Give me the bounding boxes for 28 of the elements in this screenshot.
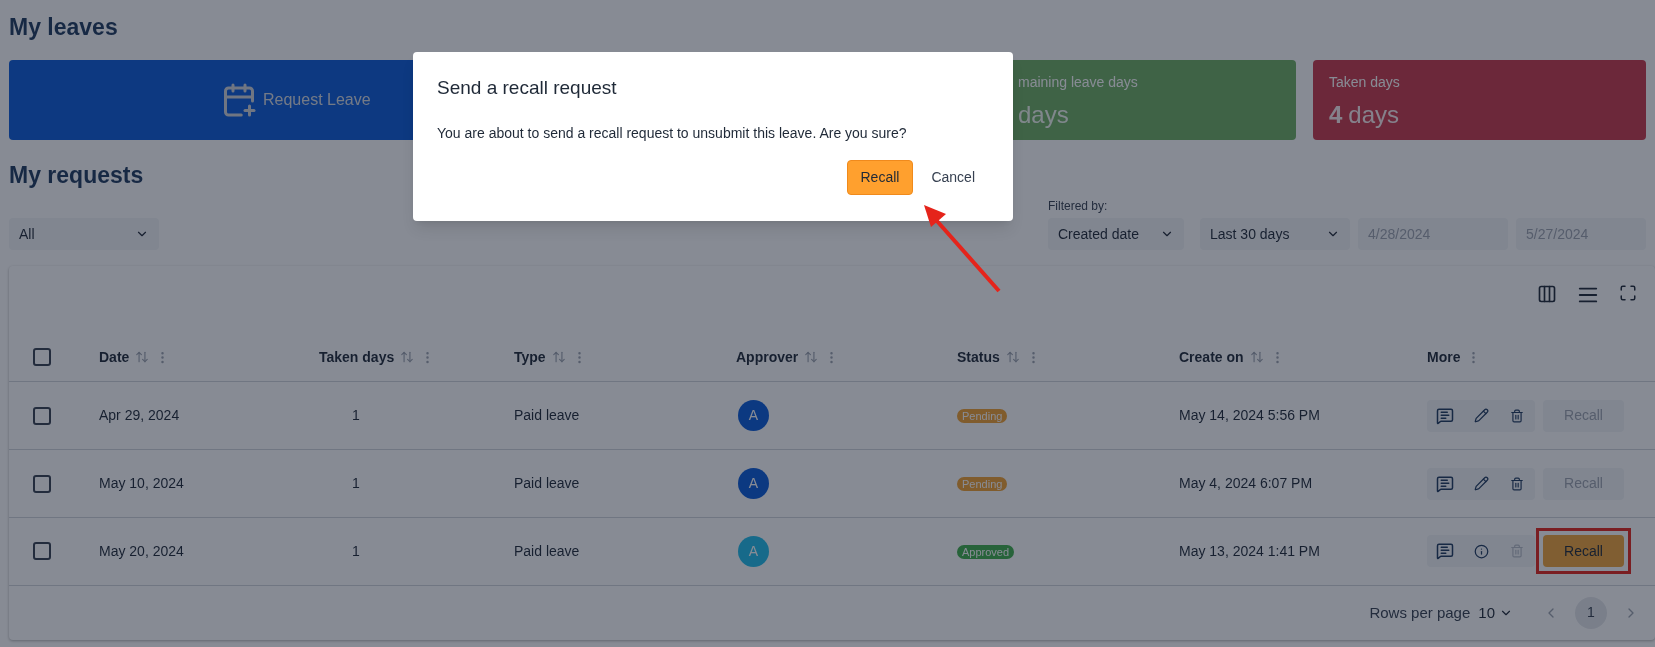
stat-label: maining leave days — [1018, 72, 1138, 92]
status-badge: Pending — [957, 409, 1008, 424]
table-cell-text: May 4, 2024 6:07 PM — [1179, 474, 1313, 494]
table-cell-text: May 13, 2024 1:41 PM — [1179, 541, 1320, 561]
dialog-title: Send a recall request — [437, 76, 617, 100]
table-cell-text: 1 — [351, 406, 360, 426]
status-badge: Pending — [957, 477, 1008, 492]
table-cell-text: May 14, 2024 5:56 PM — [1179, 406, 1320, 426]
filter-label: Filtered by: — [1048, 198, 1108, 215]
stat-value: 4 days — [1329, 99, 1400, 130]
stat-label: Taken days — [1329, 72, 1400, 92]
avatar: A — [738, 400, 769, 432]
stat-value: days — [1018, 99, 1069, 130]
section-title: My requests — [9, 160, 144, 190]
avatar: A — [738, 468, 769, 500]
table-cell-text: Paid leave — [514, 474, 580, 494]
table-cell-text: 1 — [351, 474, 360, 494]
status-badge: Approved — [957, 544, 1015, 559]
table-cell-text: Paid leave — [514, 541, 580, 561]
table-cell-text: 1 — [351, 541, 360, 561]
table-cell-text: May 20, 2024 — [99, 541, 184, 561]
table-cell-text: Apr 29, 2024 — [99, 406, 180, 426]
table-cell-text: May 10, 2024 — [99, 474, 184, 494]
avatar: A — [738, 535, 769, 567]
page-title: My leaves — [9, 13, 118, 42]
rows-per-page-label: Rows per page — [1369, 602, 1471, 623]
table-cell-text: Paid leave — [514, 406, 580, 426]
dialog-message: You are about to send a recall request to unsubmit this leave. Are you sure? — [437, 123, 907, 143]
